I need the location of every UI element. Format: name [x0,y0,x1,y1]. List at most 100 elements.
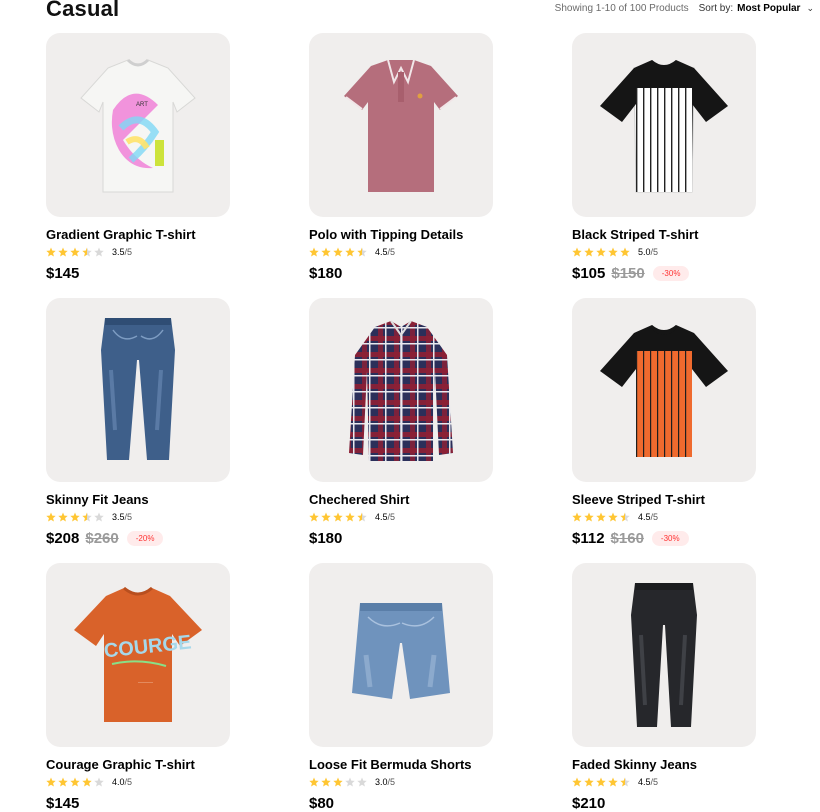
product-price: $180 [309,265,343,282]
product-rating: 4.5/5 [572,777,658,787]
sort-dropdown[interactable]: Most Popular [737,3,800,14]
product-name[interactable]: Sleeve Striped T-shirt [572,492,705,507]
star-icon [58,777,68,787]
rating-value: 4.5 [638,777,651,787]
star-icon [82,247,92,257]
price-row: $180 [309,530,342,547]
rating-score: 3.5/5 [112,247,132,257]
rating-value: 3.5 [112,247,125,257]
results-count: Showing 1-10 of 100 Products [554,3,689,14]
discount-badge: -30% [651,531,689,546]
star-icon [94,512,104,522]
rating-max: /5 [124,777,133,787]
product-rating: 3.5/5 [46,512,132,522]
star-icon [345,247,355,257]
polo-shirt-icon [344,59,458,192]
product-card[interactable]: Skinny Fit Jeans 3.5/5 $208 $260 -20% [46,298,230,547]
discount-badge: -20% [126,531,164,546]
product-name[interactable]: Faded Skinny Jeans [572,757,697,772]
rating-value: 3.5 [112,512,125,522]
discount-badge: -30% [652,266,690,281]
star-icon [345,777,355,787]
price-row: $145 [46,795,79,812]
product-name[interactable]: Courage Graphic T-shirt [46,757,195,772]
product-card[interactable]: Faded Skinny Jeans 4.5/5 $210 [572,563,756,812]
star-icon [596,512,606,522]
product-image[interactable] [309,563,493,747]
product-price: $105 [572,265,606,282]
star-icon [46,247,56,257]
product-rating: 4.5/5 [572,512,658,522]
product-name[interactable]: Loose Fit Bermuda Shorts [309,757,472,772]
product-name[interactable]: Polo with Tipping Details [309,227,463,242]
rating-stars [572,247,632,257]
rating-score: 4.5/5 [638,512,658,522]
star-icon [70,777,80,787]
star-icon [584,512,594,522]
product-name[interactable]: Chechered Shirt [309,492,409,507]
product-card[interactable]: Chechered Shirt 4.5/5 $180 [309,298,493,547]
product-name[interactable]: Skinny Fit Jeans [46,492,149,507]
star-icon [608,512,618,522]
product-price: $80 [309,795,335,812]
product-name[interactable]: Gradient Graphic T-shirt [46,227,196,242]
chevron-down-icon[interactable]: ⌄ [806,3,814,14]
star-icon [333,777,343,787]
rating-value: 4.5 [375,247,388,257]
product-card[interactable]: Polo with Tipping Details 4.5/5 $180 [309,33,493,282]
star-icon [608,247,618,257]
product-image[interactable] [46,298,230,482]
product-card[interactable]: COURGE ——— Courage Graphic T-shirt 4.0/5… [46,563,230,812]
white-graphic-tshirt-icon: ART [80,58,196,193]
star-icon [333,247,343,257]
rating-max: /5 [124,247,133,257]
plaid-shirt-icon [349,320,453,461]
product-rating: 3.5/5 [46,247,132,257]
star-icon [82,777,92,787]
price-row: $80 [309,795,334,812]
rating-stars [572,777,632,787]
rating-score: 3.5/5 [112,512,132,522]
denim-shorts-icon [352,603,450,699]
star-icon [357,777,367,787]
product-image[interactable]: COURGE ——— [46,563,230,747]
product-image[interactable] [572,33,756,217]
star-icon [596,247,606,257]
product-price: $145 [46,795,80,812]
product-card[interactable]: Sleeve Striped T-shirt 4.5/5 $112 $160 -3… [572,298,756,547]
product-image[interactable] [572,563,756,747]
rating-max: /5 [387,777,396,787]
rating-score: 4.0/5 [112,777,132,787]
product-card[interactable]: Loose Fit Bermuda Shorts 3.0/5 $80 [309,563,493,812]
rating-value: 5.0 [638,247,651,257]
star-icon [321,777,331,787]
rating-score: 5.0/5 [638,247,658,257]
star-icon [584,777,594,787]
product-image[interactable] [309,33,493,217]
rating-score: 4.5/5 [375,512,395,522]
star-icon [572,777,582,787]
product-name[interactable]: Black Striped T-shirt [572,227,698,242]
rating-stars [309,777,369,787]
svg-text:ART: ART [136,102,148,108]
star-icon [620,512,630,522]
rating-max: /5 [124,512,133,522]
star-icon [309,777,319,787]
orange-raglan-tshirt-icon [600,325,728,457]
sort-label: Sort by: [698,3,734,14]
rating-value: 4.5 [375,512,388,522]
product-image[interactable]: ART [46,33,230,217]
rating-value: 3.0 [375,777,388,787]
star-icon [596,777,606,787]
product-image[interactable] [309,298,493,482]
original-price: $260 [85,530,119,547]
product-price: $145 [46,265,80,282]
product-image[interactable] [572,298,756,482]
product-price: $208 [46,530,80,547]
rating-score: 4.5/5 [375,247,395,257]
star-icon [46,512,56,522]
product-card[interactable]: ART Gradient Graphic T-shirt 3.5/5 $145 [46,33,230,282]
star-icon [620,247,630,257]
product-price: $112 [572,530,605,547]
product-card[interactable]: Black Striped T-shirt 5.0/5 $105 $150 -30… [572,33,756,282]
